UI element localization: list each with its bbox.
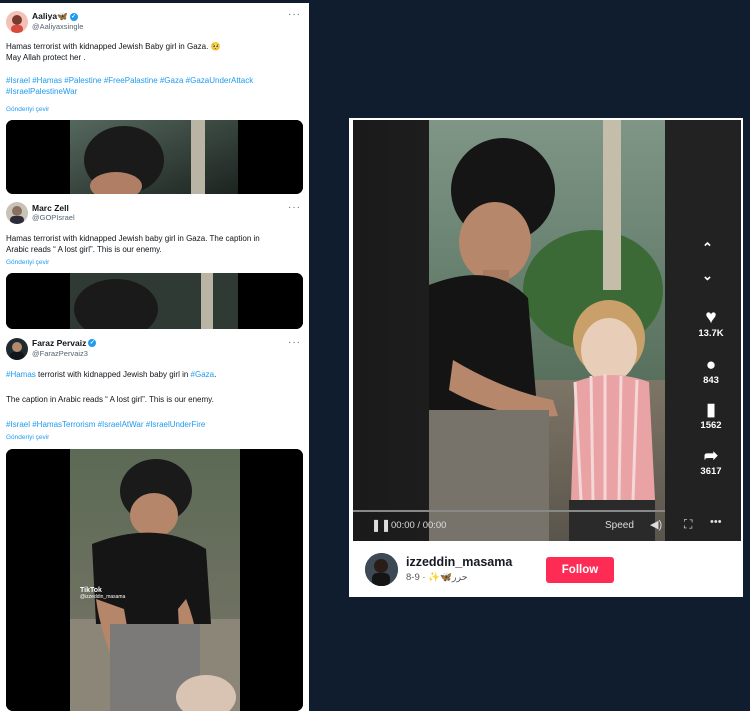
share-icon: ➦ <box>703 446 719 465</box>
author-name-text[interactable]: Faraz Pervaiz <box>32 338 86 348</box>
tweet-text-span: . <box>214 370 217 379</box>
follow-button[interactable]: Follow <box>546 557 614 583</box>
tiktok-username[interactable]: izzeddin_masama <box>406 555 512 569</box>
avatar[interactable] <box>6 202 28 224</box>
author-name[interactable]: Aaliya🦋 ✓ <box>32 11 78 22</box>
tweet-text-line: Hamas terrorist with kidnapped Jewish Ba… <box>6 42 221 51</box>
avatar[interactable] <box>6 11 28 33</box>
tweet-screenshots-column: Aaliya🦋 ✓ @Aaliyaxsingle ··· Hamas terro… <box>0 3 309 711</box>
verified-badge-icon: ✓ <box>69 12 78 21</box>
watermark-handle: @izzeddin_masama <box>80 594 126 600</box>
hashtag[interactable]: #Gaza <box>191 370 215 379</box>
tweet-video[interactable]: TikTok @izzeddin_masama <box>6 449 303 711</box>
save-count: 1562 <box>700 420 722 431</box>
volume-icon[interactable]: ◀) <box>650 518 662 531</box>
hashtag[interactable]: #Hamas <box>6 370 36 379</box>
scroll-down-icon[interactable]: ⌄ <box>702 268 713 284</box>
tweet-video[interactable] <box>6 120 303 194</box>
comment-icon: ● <box>705 355 717 374</box>
share-count: 3617 <box>700 466 722 477</box>
tweet-text-line: Arabic reads “ A lost girl”. This is our… <box>6 245 162 254</box>
tiktok-watermark: TikTok @izzeddin_masama <box>80 587 125 600</box>
time-display: 00:00 / 00:00 <box>391 520 447 531</box>
tweet-text: Hamas terrorist with kidnapped Jewish Ba… <box>6 41 301 97</box>
author-name-text[interactable]: Marc Zell <box>32 203 69 213</box>
verified-badge-icon: ✓ <box>88 339 97 347</box>
more-options-icon[interactable]: ··· <box>288 202 301 213</box>
tweet-text-line: Hamas terrorist with kidnapped Jewish ba… <box>6 234 260 243</box>
avatar[interactable] <box>365 553 398 586</box>
tweet-faraz-pervaiz[interactable]: Faraz Pervaiz ✓ @FarazPervaiz3 ··· #Hama… <box>0 331 309 711</box>
fullscreen-icon[interactable]: ⛶ <box>684 517 692 532</box>
author-name[interactable]: Marc Zell <box>32 203 69 213</box>
heart-icon: ♥ <box>705 307 717 328</box>
author-handle[interactable]: @FarazPervaiz3 <box>32 349 88 358</box>
more-options-icon[interactable]: ••• <box>710 516 722 528</box>
hashtags[interactable]: #Israel #HamasTerrorism #IsraelAtWar #Is… <box>6 419 301 430</box>
share-button[interactable]: ➦ 3617 <box>696 446 726 477</box>
translate-link[interactable]: Gönderiyi çevir <box>6 106 49 113</box>
tweet-aaliya[interactable]: Aaliya🦋 ✓ @Aaliyaxsingle ··· Hamas terro… <box>0 3 309 198</box>
translate-link[interactable]: Gönderiyi çevir <box>6 434 49 441</box>
author-handle[interactable]: @Aaliyaxsingle <box>32 22 83 31</box>
tweet-marc-zell[interactable]: Marc Zell @GOPIsrael ··· Hamas terrorist… <box>0 198 309 331</box>
tweet-text: #Hamas terrorist with kidnapped Jewish b… <box>6 369 301 430</box>
comment-count: 843 <box>703 375 719 386</box>
save-button[interactable]: ▮ 1562 <box>696 400 726 431</box>
hashtags[interactable]: #Israel #Hamas #Palestine #FreePalastine… <box>6 75 301 86</box>
more-options-icon[interactable]: ··· <box>288 337 301 348</box>
avatar[interactable] <box>6 338 28 360</box>
tiktok-video-player[interactable]: ⌃ ⌄ ♥ 13.7K ● 843 ▮ 1562 ➦ 3617 ❚❚ 00:00… <box>353 120 741 541</box>
tweet-text: Hamas terrorist with kidnapped Jewish ba… <box>6 233 301 255</box>
hashtags[interactable]: #IsraelPalestineWar <box>6 86 301 97</box>
watermark-text: TikTok <box>80 587 102 594</box>
author-handle[interactable]: @GOPIsrael <box>32 213 75 222</box>
comment-button[interactable]: ● 843 <box>696 355 726 386</box>
pause-icon[interactable]: ❚❚ <box>371 518 391 532</box>
translate-link[interactable]: Gönderiyi çevir <box>6 259 49 266</box>
tiktok-nickname-date: حرر🦋✨ · 9-8 <box>406 572 468 583</box>
tweet-text-line: The caption in Arabic reads “ A lost gir… <box>6 395 214 404</box>
scroll-up-icon[interactable]: ⌃ <box>702 240 713 256</box>
more-options-icon[interactable]: ··· <box>288 9 301 20</box>
speed-button[interactable]: Speed <box>605 520 634 531</box>
author-name-text[interactable]: Aaliya🦋 <box>32 11 68 22</box>
tiktok-author-bar: izzeddin_masama حرر🦋✨ · 9-8 Follow <box>349 544 743 597</box>
like-count: 13.7K <box>698 328 724 339</box>
tiktok-post-card: ⌃ ⌄ ♥ 13.7K ● 843 ▮ 1562 ➦ 3617 ❚❚ 00:00… <box>349 118 743 597</box>
tweet-video[interactable] <box>6 273 303 329</box>
tweet-text-line: May Allah protect her . <box>6 53 86 62</box>
tweet-text-line: #Hamas terrorist with kidnapped Jewish b… <box>6 369 301 380</box>
like-button[interactable]: ♥ 13.7K <box>696 307 726 340</box>
bookmark-icon: ▮ <box>706 400 716 419</box>
tweet-text-span: terrorist with kidnapped Jewish baby gir… <box>35 370 191 379</box>
author-name[interactable]: Faraz Pervaiz ✓ <box>32 338 97 348</box>
